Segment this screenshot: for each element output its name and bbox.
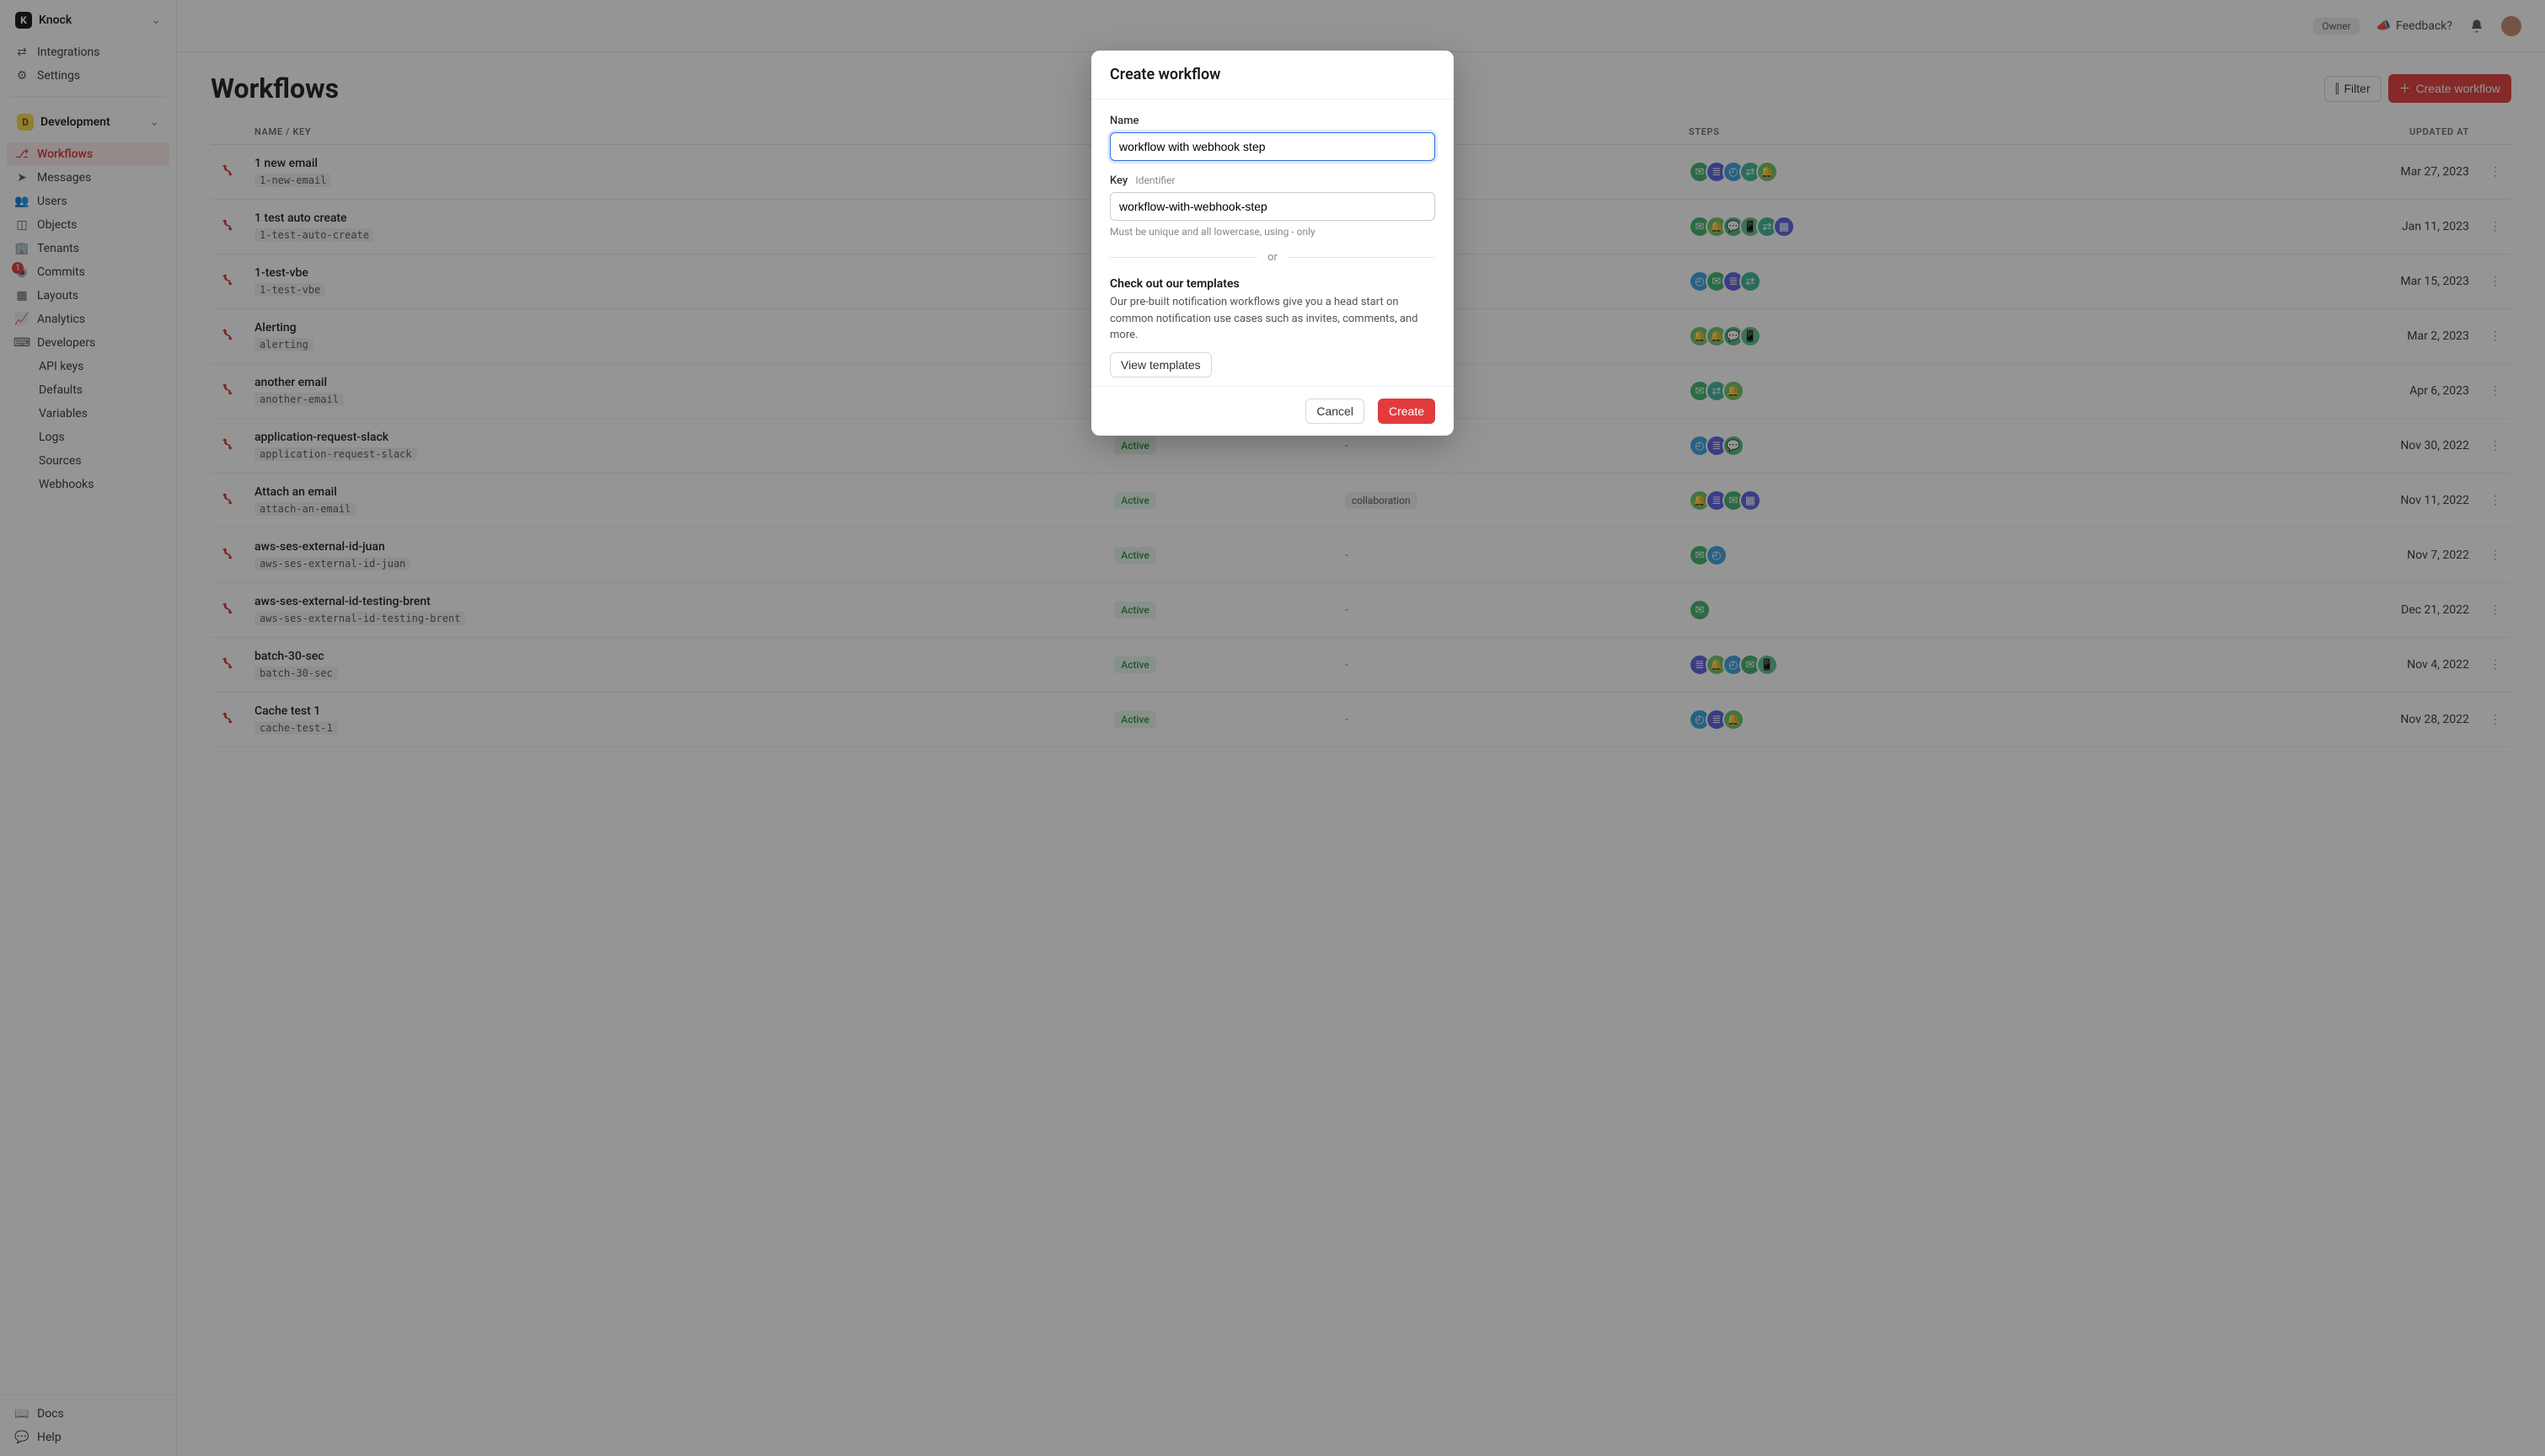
cancel-label: Cancel xyxy=(1316,404,1353,418)
key-help: Must be unique and all lowercase, using … xyxy=(1110,226,1435,238)
key-label-text: Key xyxy=(1110,174,1128,187)
view-templates-button[interactable]: View templates xyxy=(1110,352,1212,377)
view-templates-label: View templates xyxy=(1121,358,1201,372)
key-label: Key Identifier xyxy=(1110,174,1435,187)
key-hint: Identifier xyxy=(1136,174,1176,186)
modal-overlay[interactable]: Create workflow Name Key Identifier Must… xyxy=(0,0,2545,1456)
cancel-button[interactable]: Cancel xyxy=(1305,399,1364,424)
key-input[interactable] xyxy=(1110,192,1435,221)
or-text: or xyxy=(1267,251,1278,264)
create-workflow-modal: Create workflow Name Key Identifier Must… xyxy=(1091,51,1454,436)
create-button[interactable]: Create xyxy=(1378,399,1435,424)
name-label: Name xyxy=(1110,115,1435,127)
templates-title: Check out our templates xyxy=(1110,277,1435,291)
name-input[interactable] xyxy=(1110,132,1435,161)
templates-desc: Our pre-built notification workflows giv… xyxy=(1110,294,1435,344)
modal-title: Create workflow xyxy=(1091,51,1454,99)
or-separator: or xyxy=(1110,251,1435,264)
create-label: Create xyxy=(1389,404,1424,418)
